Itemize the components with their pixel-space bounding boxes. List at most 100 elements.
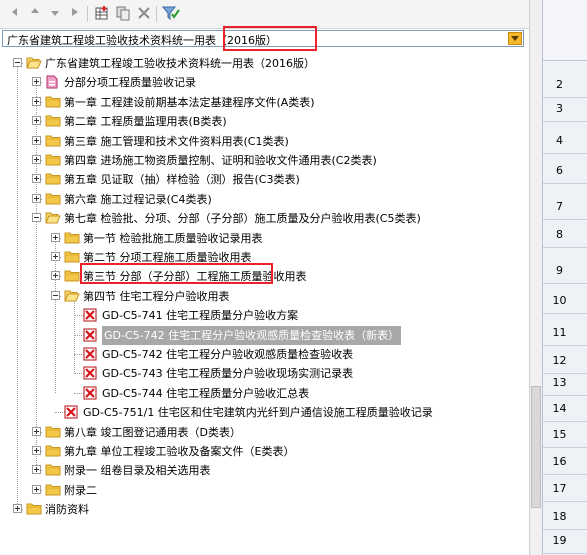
tree-node-label: 第五章 见证取（抽）样检验（测）报告(C3类表) <box>64 173 300 187</box>
row-number[interactable]: 2 <box>543 74 587 98</box>
tree-node[interactable]: 分部分项工程质量验收记录 <box>0 73 522 92</box>
arrow-left-icon[interactable] <box>6 5 24 23</box>
tree-node-label: GD-C5-751/1 住宅区和住宅建筑内光纤到户通信设施工程质量验收记录 <box>83 406 433 420</box>
row-number-label: 19 <box>552 534 567 547</box>
tree-leaf-item[interactable]: GD-C5-751/1 住宅区和住宅建筑内光纤到户通信设施工程质量验收记录 <box>0 403 522 422</box>
row-number-label: 12 <box>552 354 567 367</box>
chevron-down-icon[interactable] <box>508 32 522 45</box>
collapse-icon[interactable] <box>13 58 22 67</box>
row-number[interactable]: 3 <box>543 98 587 122</box>
row-number[interactable]: 4 <box>543 130 587 154</box>
tree-node[interactable]: 第八章 竣工图登记通用表（D类表） <box>0 423 522 442</box>
row-number[interactable]: 6 <box>543 160 587 184</box>
tree-leaf-item[interactable]: GD-C5-741 住宅工程质量分户验收方案 <box>0 306 522 325</box>
arrow-down-icon[interactable] <box>46 5 64 23</box>
scrollbar-thumb[interactable] <box>531 386 541 508</box>
document-pink-icon <box>45 75 61 89</box>
expand-icon[interactable] <box>32 77 41 87</box>
arrow-right-icon[interactable] <box>26 5 44 23</box>
row-number-label: 15 <box>552 428 567 441</box>
tree-node-label: 附录二 <box>64 483 97 497</box>
tree-node[interactable]: 第一章 工程建设前期基本法定基建程序文件(A类表) <box>0 93 522 112</box>
tree-leaf-item[interactable]: GD-C5-743 住宅工程质量分户验收现场实测记录表 <box>0 364 522 383</box>
expand-icon[interactable] <box>32 96 41 106</box>
expand-icon[interactable] <box>32 193 41 203</box>
tree-node[interactable]: 第二节 分项工程施工质量验收用表 <box>0 248 522 267</box>
row-number[interactable]: 13 <box>543 372 587 396</box>
row-number[interactable]: 7 <box>543 196 587 220</box>
filter-check-icon[interactable] <box>161 5 180 23</box>
folder-icon <box>64 269 80 283</box>
expand-icon[interactable] <box>32 426 41 436</box>
expand-icon[interactable] <box>51 271 60 281</box>
add-table-icon[interactable] <box>93 5 111 23</box>
row-number[interactable]: 19 <box>543 530 587 554</box>
delete-icon[interactable] <box>135 5 153 23</box>
tree-node-label: 第四节 住宅工程分户验收用表 <box>83 289 230 303</box>
copy-icon[interactable] <box>114 5 132 23</box>
tree-leaf-item[interactable]: GD-C5-744 住宅工程质量分户验收汇总表 <box>0 384 522 403</box>
standard-selector-dropdown[interactable]: 广东省建筑工程竣工验收技术资料统一用表（2016版） <box>2 30 524 47</box>
expand-icon[interactable] <box>51 232 60 242</box>
folder-icon <box>45 172 61 186</box>
tree-node[interactable]: 第六章 施工过程记录(C4类表) <box>0 190 522 209</box>
row-number[interactable]: 10 <box>543 290 587 314</box>
tree-node[interactable]: 附录二 <box>0 481 522 500</box>
folder-open-icon <box>26 56 42 70</box>
tree-node[interactable]: 第三节 分部（子分部）工程施工质量验收用表 <box>0 267 522 286</box>
row-number-label: 4 <box>556 134 563 147</box>
tree-node-label: GD-C5-743 住宅工程质量分户验收现场实测记录表 <box>102 367 354 381</box>
tree-node[interactable]: 第九章 单位工程竣工验收及备案文件（E类表） <box>0 442 522 461</box>
arrow-end-icon[interactable] <box>66 5 84 23</box>
folder-icon <box>45 153 61 167</box>
tree-node-label: 第七章 检验批、分项、分部（子分部）施工质量及分户验收用表(C5类表) <box>64 212 421 226</box>
tree-node[interactable]: 第五章 见证取（抽）样检验（测）报告(C3类表) <box>0 170 522 189</box>
row-number[interactable]: 16 <box>543 451 587 475</box>
row-number[interactable]: 11 <box>543 322 587 346</box>
tree-node[interactable]: 第二章 工程质量监理用表(B类表) <box>0 112 522 131</box>
tree-node-label: 第八章 竣工图登记通用表（D类表） <box>64 425 241 439</box>
vertical-scrollbar[interactable] <box>529 0 543 555</box>
row-number-label: 7 <box>556 200 563 213</box>
row-number[interactable]: 18 <box>543 506 587 530</box>
tree-node[interactable]: 消防资料 <box>0 500 522 519</box>
folder-icon <box>26 502 42 516</box>
tree-node[interactable]: 附录一 组卷目录及相关选用表 <box>0 461 522 480</box>
row-number-label: 9 <box>556 264 563 277</box>
tree-node[interactable]: 第四节 住宅工程分户验收用表 <box>0 287 522 306</box>
folder-icon <box>45 114 61 128</box>
row-number[interactable]: 9 <box>543 260 587 284</box>
expand-icon[interactable] <box>32 155 41 164</box>
toolbar <box>0 0 529 29</box>
tree-node[interactable]: 第一节 检验批施工质量验收记录用表 <box>0 229 522 248</box>
row-header-panel: 2 3 4 6 7 8 9 10 11 12 13 14 15 16 17 18 19 <box>542 0 587 555</box>
document-red-icon <box>83 386 99 400</box>
expand-icon[interactable] <box>32 135 41 145</box>
expand-icon[interactable] <box>13 504 22 514</box>
expand-icon[interactable] <box>32 446 41 455</box>
expand-icon[interactable] <box>32 465 41 475</box>
row-number[interactable]: 17 <box>543 478 587 502</box>
tree-node[interactable]: 第四章 进场施工物资质量控制、证明和验收文件通用表(C2类表) <box>0 151 522 170</box>
collapse-icon[interactable] <box>51 290 60 300</box>
tree-node[interactable]: 广东省建筑工程竣工验收技术资料统一用表（2016版） <box>0 54 522 73</box>
row-number[interactable]: 14 <box>543 398 587 422</box>
expand-icon[interactable] <box>32 116 41 126</box>
row-number[interactable]: 8 <box>543 224 587 248</box>
tree-leaf-item[interactable]: GD-C5-742 住宅工程分户验收观感质量检查验收表 <box>0 345 522 364</box>
expand-icon[interactable] <box>32 484 41 494</box>
row-number-label: 8 <box>556 228 563 241</box>
expand-icon[interactable] <box>32 174 41 184</box>
expand-icon[interactable] <box>51 252 60 261</box>
row-number[interactable]: 15 <box>543 424 587 448</box>
row-number-label: 3 <box>556 102 563 115</box>
tree-node-label: 第六章 施工过程记录(C4类表) <box>64 192 212 206</box>
tree-node[interactable]: 第七章 检验批、分项、分部（子分部）施工质量及分户验收用表(C5类表) <box>0 209 522 228</box>
tree-node[interactable]: 第三章 施工管理和技术文件资料用表(C1类表) <box>0 132 522 151</box>
folder-icon <box>64 250 80 264</box>
tree-node-label: GD-C5-742 住宅工程分户验收观感质量检查验收表（新表） <box>102 325 402 345</box>
tree-leaf-item[interactable]: GD-C5-742 住宅工程分户验收观感质量检查验收表（新表） <box>0 325 522 345</box>
collapse-icon[interactable] <box>32 213 41 223</box>
row-number-label: 2 <box>556 78 563 91</box>
row-number[interactable]: 12 <box>543 350 587 374</box>
